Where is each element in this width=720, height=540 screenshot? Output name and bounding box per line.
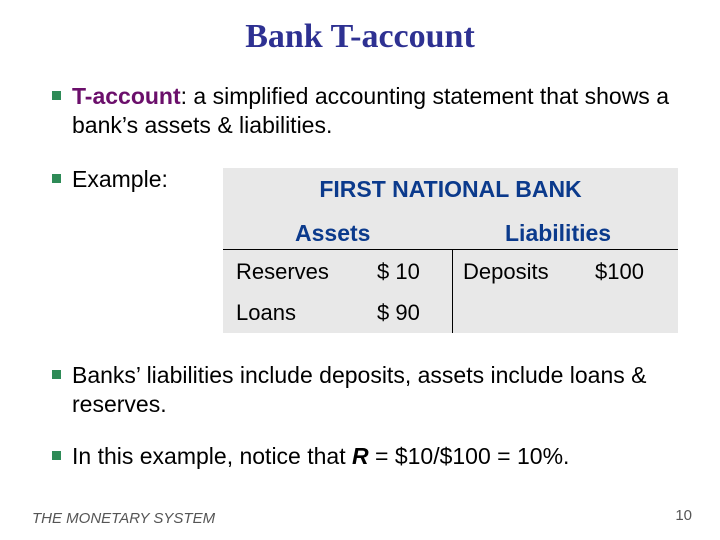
bullet-square-icon [52,451,61,460]
asset-amount: $ 90 [377,300,420,325]
asset-amount: $ 10 [377,259,420,284]
bullet-definition: T-account: a simplified accounting state… [52,82,672,140]
t-account-table: FIRST NATIONAL BANK Assets Liabilities R… [223,168,678,333]
slide-title: Bank T-account [245,18,475,55]
liability-amount: $100 [595,259,644,284]
t-vertical-line [452,249,453,333]
page-number: 10 [675,507,692,524]
bullet-example: Example: [52,165,168,194]
liabilities-header: Liabilities [505,220,612,246]
liability-name: Deposits [463,259,549,284]
example-label: Example: [72,166,168,192]
bullet-square-icon [52,91,61,100]
reserve-ratio-variable: R [352,443,369,469]
assets-header: Assets [295,220,371,246]
asset-name: Reserves [236,259,329,284]
footer-section-title: THE MONETARY SYSTEM [32,510,216,527]
term-t-account: T-account [72,83,181,109]
bank-name: FIRST NATIONAL BANK [319,176,582,202]
bullet-square-icon [52,174,61,183]
asset-name: Loans [236,300,296,325]
bullet-liabilities-assets: Banks’ liabilities include deposits, ass… [52,361,652,419]
bullet-square-icon [52,370,61,379]
t-horizontal-line [223,249,678,250]
bullet-reserve-ratio: In this example, notice that R = $10/$10… [52,442,712,471]
